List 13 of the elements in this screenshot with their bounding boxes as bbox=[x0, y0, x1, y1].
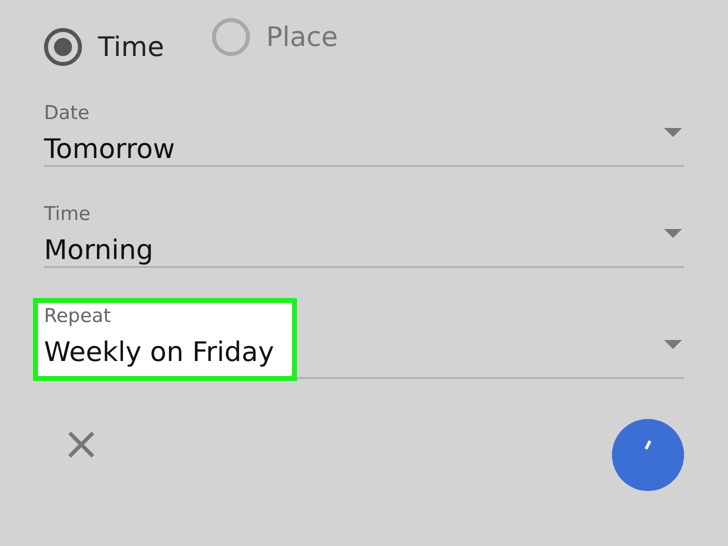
dropdown-value[interactable]: Morning bbox=[44, 235, 154, 266]
field-label: Time bbox=[44, 203, 90, 225]
radio-label[interactable]: Time bbox=[98, 32, 164, 62]
field-label: Date bbox=[44, 102, 90, 124]
dropdown-arrow-icon[interactable] bbox=[664, 229, 682, 238]
floating-action-button[interactable] bbox=[612, 419, 684, 491]
dropdown-value[interactable]: Weekly on Friday bbox=[44, 337, 274, 368]
radio-button[interactable] bbox=[212, 18, 250, 56]
dropdown-arrow-icon[interactable] bbox=[664, 128, 682, 137]
dropdown-arrow-icon[interactable] bbox=[664, 340, 682, 349]
field-label: Repeat bbox=[44, 305, 111, 327]
radio-button[interactable] bbox=[44, 28, 82, 66]
dropdown-value[interactable]: Tomorrow bbox=[44, 134, 175, 165]
